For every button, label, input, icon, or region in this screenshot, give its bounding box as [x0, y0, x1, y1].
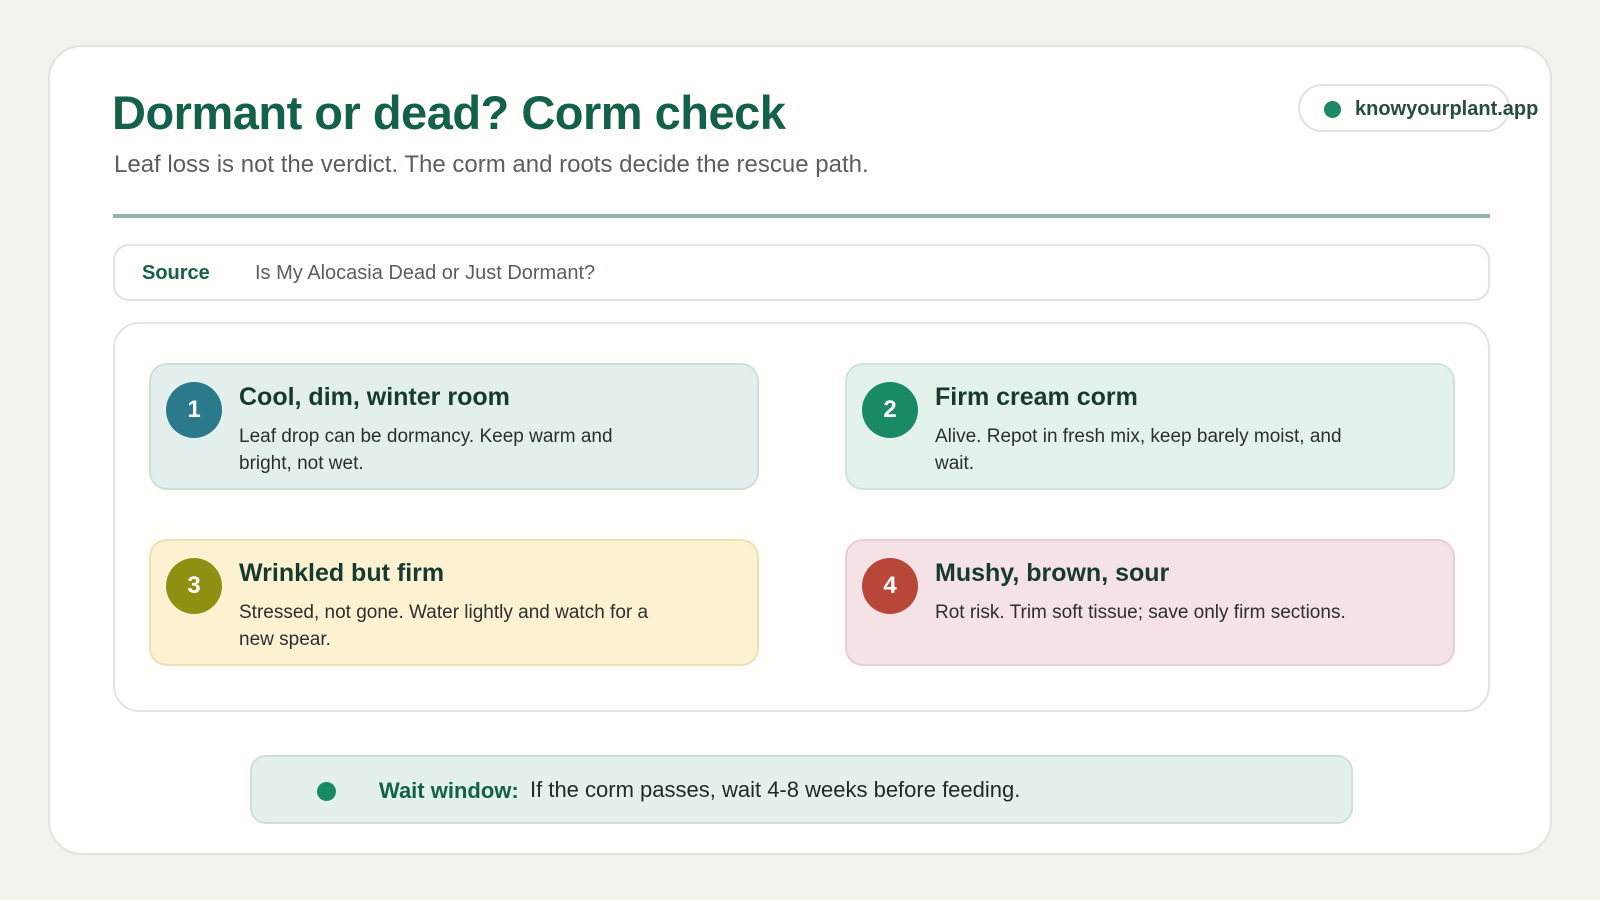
header-divider: [113, 214, 1490, 218]
step-description: Leaf drop can be dormancy. Keep warm and…: [239, 426, 613, 474]
step-description: Alive. Repot in fresh mix, keep barely m…: [935, 426, 1342, 474]
steps-panel: 1 Cool, dim, winter room Leaf drop can b…: [113, 322, 1490, 712]
step-card-3: 3 Wrinkled but firm Stressed, not gone. …: [149, 539, 759, 666]
step-number-badge: 2: [862, 382, 918, 438]
step-card-2: 2 Firm cream corm Alive. Repot in fresh …: [845, 363, 1455, 490]
source-bar: Source Is My Alocasia Dead or Just Dorma…: [113, 244, 1490, 301]
brand-badge[interactable]: knowyourplant.app: [1298, 84, 1538, 132]
step-title: Firm cream corm: [935, 383, 1138, 411]
step-title: Mushy, brown, sour: [935, 559, 1170, 587]
step-card-4: 4 Mushy, brown, sour Rot risk. Trim soft…: [845, 539, 1455, 666]
callout-dot-icon: [317, 782, 336, 801]
wait-window-callout: Wait window: If the corm passes, wait 4-…: [250, 755, 1353, 824]
infographic-card: Dormant or dead? Corm check Leaf loss is…: [48, 45, 1552, 855]
step-number-badge: 1: [166, 382, 222, 438]
step-title: Wrinkled but firm: [239, 559, 445, 587]
page-subtitle: Leaf loss is not the verdict. The corm a…: [114, 151, 869, 178]
wait-window-text: If the corm passes, wait 4-8 weeks befor…: [530, 777, 1021, 802]
page-title: Dormant or dead? Corm check: [112, 86, 786, 139]
step-description: Stressed, not gone. Water lightly and wa…: [239, 602, 649, 650]
brand-label: knowyourplant.app: [1355, 98, 1539, 120]
brand-dot-icon: [1324, 101, 1341, 118]
source-title: Is My Alocasia Dead or Just Dormant?: [255, 262, 596, 284]
step-number-badge: 4: [862, 558, 918, 614]
step-number-badge: 3: [166, 558, 222, 614]
source-label: Source: [142, 262, 210, 284]
step-card-1: 1 Cool, dim, winter room Leaf drop can b…: [149, 363, 759, 490]
step-description: Rot risk. Trim soft tissue; save only fi…: [935, 602, 1346, 623]
wait-window-label: Wait window:: [379, 778, 519, 803]
step-title: Cool, dim, winter room: [239, 383, 510, 411]
